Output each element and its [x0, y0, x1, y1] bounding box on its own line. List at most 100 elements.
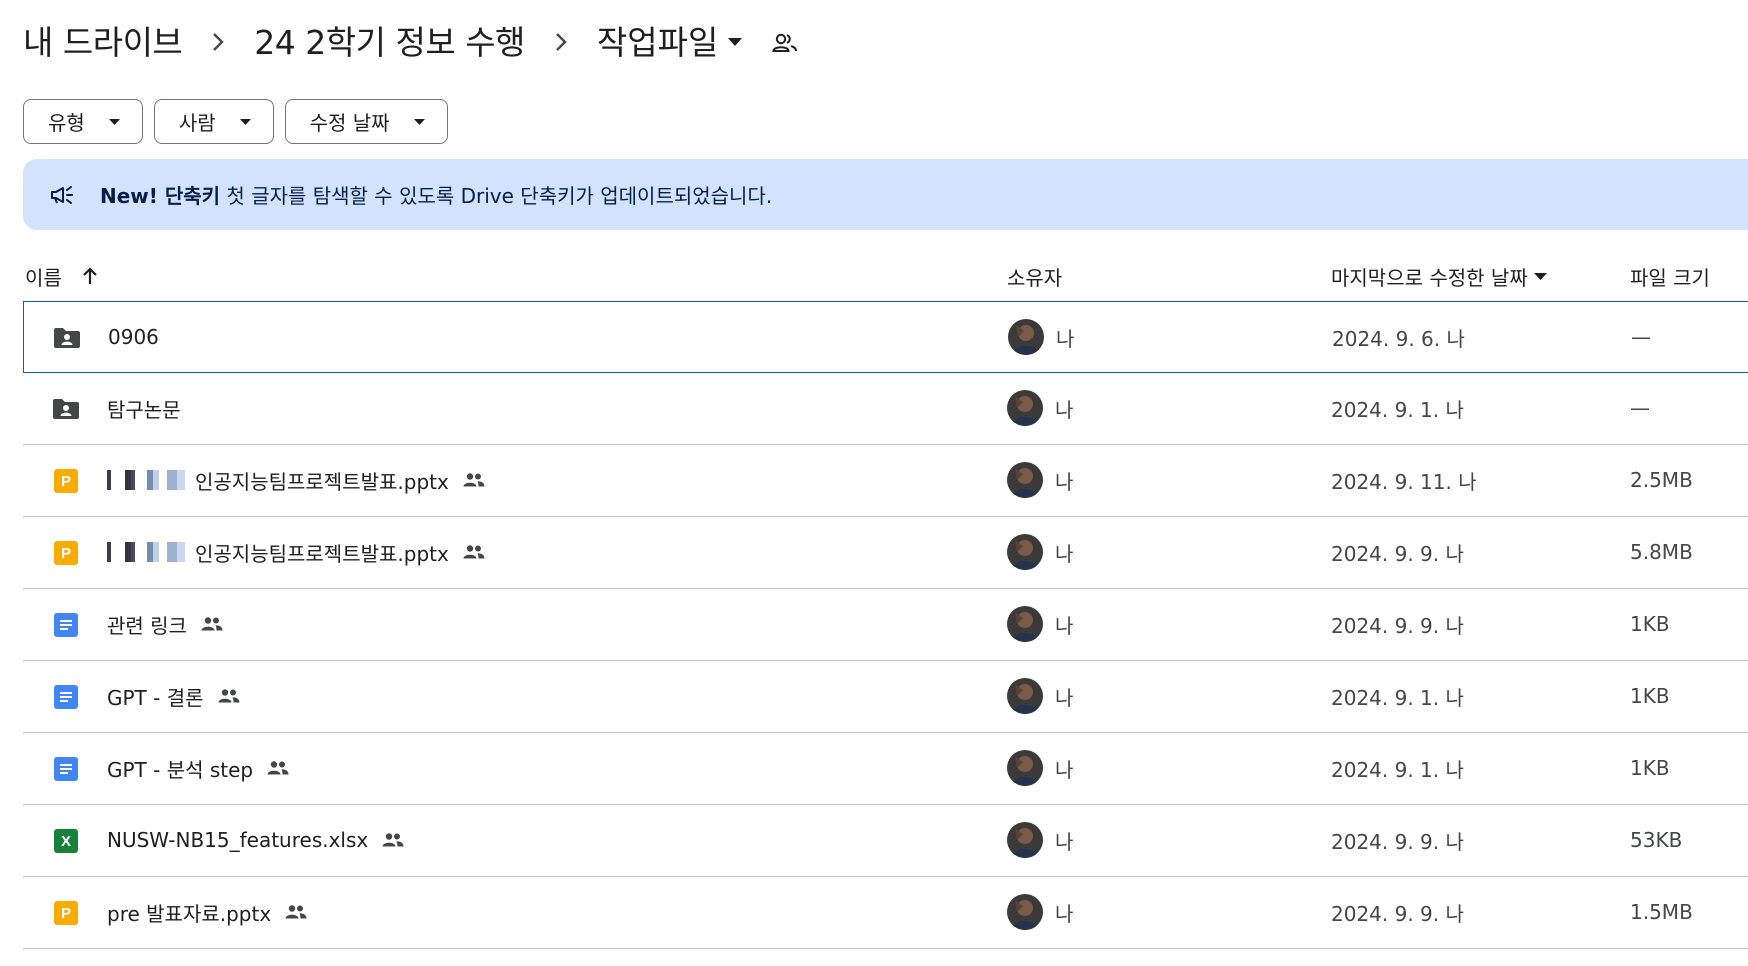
file-name: 인공지능팀프로젝트발표.pptx	[195, 469, 449, 494]
filter-people-chip[interactable]: 사람	[153, 99, 274, 144]
column-name-label: 이름	[25, 265, 62, 290]
avatar	[1007, 822, 1043, 858]
owner-name: 나	[1055, 829, 1074, 854]
shared-people-icon	[285, 904, 307, 920]
file-name-cell: 관련 링크	[107, 589, 223, 659]
file-owner: 나	[1007, 661, 1073, 731]
file-name: GPT - 분석 step	[107, 757, 254, 782]
column-header-owner[interactable]: 소유자	[1007, 252, 1062, 300]
megaphone-icon	[48, 180, 78, 210]
file-owner: 나	[1007, 589, 1073, 659]
avatar	[1007, 750, 1043, 786]
avatar	[1007, 678, 1043, 714]
filter-type-label: 유형	[48, 111, 85, 135]
banner-highlight: New! 단축키	[100, 184, 221, 208]
file-modified-date: 2024. 9. 9. 나	[1331, 829, 1464, 854]
file-list-header: 이름 소유자 마지막으로 수정한 날짜 파일 크기	[23, 252, 1748, 300]
banner-body: 첫 글자를 탐색할 수 있도록 Drive 단축키가 업데이트되었습니다.	[220, 184, 773, 208]
file-name-cell: GPT - 분석 step	[107, 733, 289, 803]
file-owner: 나	[1007, 877, 1073, 947]
file-owner: 나	[1007, 805, 1073, 875]
avatar	[1007, 606, 1043, 642]
file-name: 인공지능팀프로젝트발표.pptx	[195, 541, 449, 566]
file-modified-date: 2024. 9. 9. 나	[1331, 613, 1464, 638]
filter-bar: 유형 사람 수정 날짜	[23, 99, 448, 144]
file-row[interactable]: 0906 나 2024. 9. 6. 나 —	[23, 301, 1748, 373]
filter-modified-chip[interactable]: 수정 날짜	[284, 99, 448, 144]
file-name-cell: 인공지능팀프로젝트발표.pptx	[107, 517, 485, 587]
slides-file-icon: P	[51, 898, 81, 928]
file-row[interactable]: P pre 발표자료.pptx 나 2024. 9. 9. 나 1.5MB	[23, 877, 1748, 949]
shared-folder-icon	[52, 323, 82, 353]
file-size: 53KB	[1630, 828, 1683, 852]
shared-people-icon	[267, 760, 289, 776]
owner-name: 나	[1055, 613, 1074, 638]
file-owner: 나	[1008, 302, 1074, 372]
column-header-name[interactable]: 이름	[25, 252, 98, 300]
file-row[interactable]: 탐구논문 나 2024. 9. 1. 나 —	[23, 373, 1748, 445]
file-name-cell: 인공지능팀프로젝트발표.pptx	[107, 445, 485, 515]
column-size-label: 파일 크기	[1630, 265, 1710, 290]
file-size: 1KB	[1630, 684, 1670, 708]
redacted-text	[107, 542, 193, 562]
avatar	[1008, 319, 1044, 355]
file-row[interactable]: GPT - 분석 step 나 2024. 9. 1. 나 1KB	[23, 733, 1748, 805]
column-header-size[interactable]: 파일 크기	[1630, 252, 1710, 300]
file-modified-date: 2024. 9. 1. 나	[1331, 757, 1464, 782]
slides-file-icon: P	[51, 466, 81, 496]
file-size: 1.5MB	[1630, 900, 1693, 924]
owner-name: 나	[1056, 326, 1075, 351]
file-owner: 나	[1007, 517, 1073, 587]
shared-people-icon	[201, 616, 223, 632]
avatar	[1007, 534, 1043, 570]
slides-file-icon: P	[51, 538, 81, 568]
owner-name: 나	[1055, 685, 1074, 710]
file-owner: 나	[1007, 373, 1073, 443]
file-name: NUSW-NB15_features.xlsx	[107, 828, 369, 852]
docs-file-icon	[51, 682, 81, 712]
shared-people-icon	[218, 688, 240, 704]
shared-people-icon	[382, 832, 404, 848]
file-modified-date: 2024. 9. 11. 나	[1331, 469, 1477, 494]
column-modified-label: 마지막으로 수정한 날짜	[1331, 265, 1528, 290]
avatar	[1007, 894, 1043, 930]
file-name: 관련 링크	[107, 613, 187, 638]
owner-name: 나	[1055, 469, 1074, 494]
file-modified-date: 2024. 9. 1. 나	[1331, 397, 1464, 422]
docs-file-icon	[51, 754, 81, 784]
arrow-up-icon[interactable]	[82, 267, 98, 285]
file-row[interactable]: P 인공지능팀프로젝트발표.pptx 나 2024. 9. 11. 나 2.5M…	[23, 445, 1748, 517]
file-name-cell: pre 발표자료.pptx	[107, 877, 307, 947]
filter-type-chip[interactable]: 유형	[23, 99, 143, 144]
breadcrumb-my-drive[interactable]: 내 드라이브	[23, 16, 183, 64]
caret-down-icon	[1533, 272, 1547, 280]
shared-people-icon	[463, 544, 485, 560]
file-row[interactable]: GPT - 결론 나 2024. 9. 1. 나 1KB	[23, 661, 1748, 733]
caret-down-icon	[239, 118, 251, 125]
owner-name: 나	[1055, 541, 1074, 566]
file-owner: 나	[1007, 733, 1073, 803]
file-size: 1KB	[1630, 756, 1670, 780]
redacted-text	[107, 470, 193, 490]
sheets-file-icon: X	[51, 826, 81, 856]
file-row[interactable]: P 인공지능팀프로젝트발표.pptx 나 2024. 9. 9. 나 5.8MB	[23, 517, 1748, 589]
chevron-right-icon	[182, 21, 254, 60]
file-size: —	[1631, 325, 1651, 349]
file-owner: 나	[1007, 445, 1073, 515]
announcement-banner: New! 단축키 첫 글자를 탐색할 수 있도록 Drive 단축키가 업데이트…	[23, 159, 1748, 230]
filter-people-label: 사람	[178, 111, 216, 135]
file-row[interactable]: X NUSW-NB15_features.xlsx 나 2024. 9. 9. …	[23, 805, 1748, 877]
file-size: 5.8MB	[1630, 540, 1693, 564]
current-folder-menu[interactable]: 작업파일	[597, 16, 743, 64]
owner-name: 나	[1055, 397, 1074, 422]
file-name: pre 발표자료.pptx	[107, 901, 272, 926]
shared-people-icon[interactable]	[772, 32, 798, 54]
chevron-right-icon	[525, 21, 597, 60]
column-header-modified[interactable]: 마지막으로 수정한 날짜	[1331, 252, 1547, 300]
avatar	[1007, 462, 1043, 498]
breadcrumb-parent-folder[interactable]: 24 2학기 정보 수행	[254, 16, 525, 64]
file-row[interactable]: 관련 링크 나 2024. 9. 9. 나 1KB	[23, 589, 1748, 661]
file-name-cell: GPT - 결론	[107, 661, 240, 731]
filter-modified-label: 수정 날짜	[309, 111, 390, 135]
file-size: —	[1630, 396, 1650, 420]
